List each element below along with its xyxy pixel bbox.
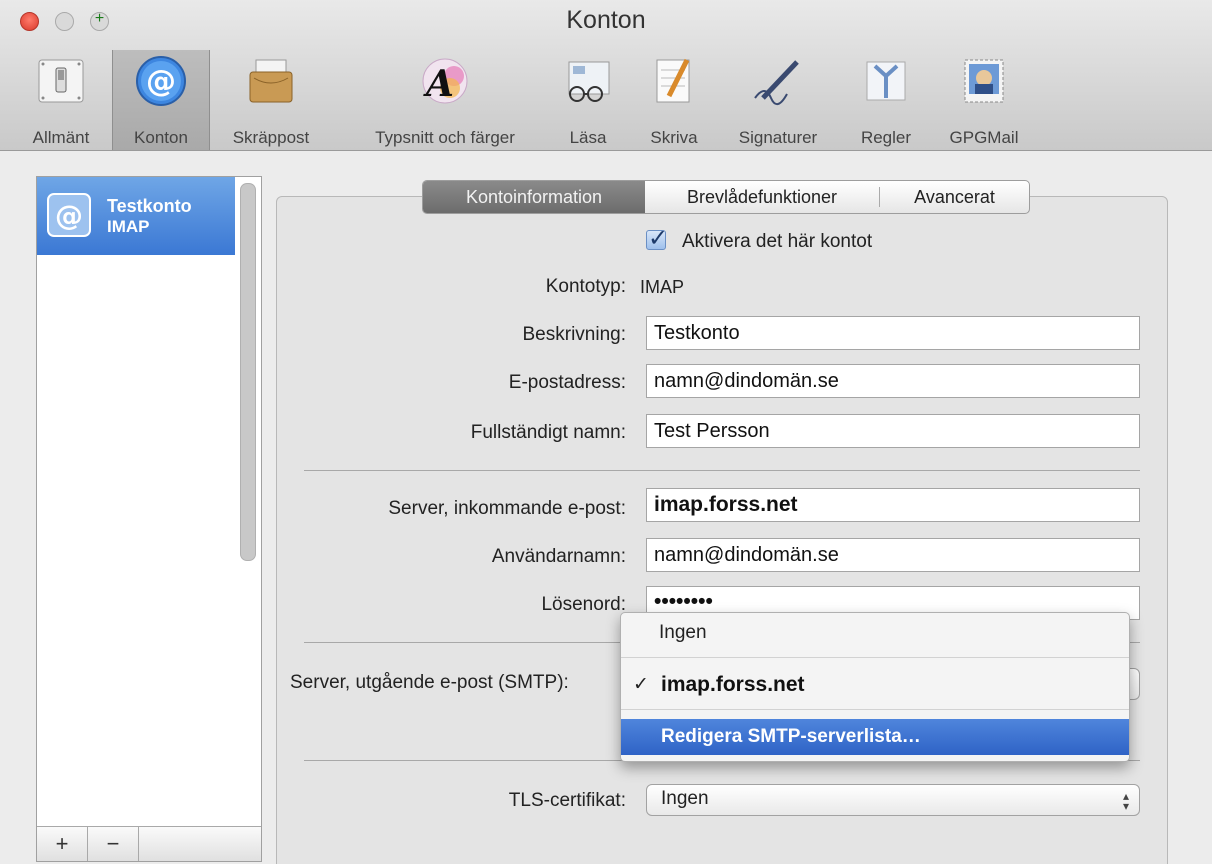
- username-field[interactable]: namn@dindomän.se: [646, 538, 1140, 572]
- svg-text:@: @: [146, 64, 176, 99]
- account-type-label: Kontotyp:: [545, 276, 626, 297]
- username-label: Användarnamn:: [491, 546, 626, 567]
- glasses-icon: [568, 61, 610, 102]
- menu-item-label: Redigera SMTP-serverlista…: [661, 726, 921, 747]
- tls-certificate-label: TLS-certifikat:: [508, 790, 626, 811]
- sidebar-button-bar: + −: [37, 826, 261, 861]
- toolbar-item-rules[interactable]: Regler: [846, 50, 926, 150]
- preferences-window: + Konton Allmänt @ Konton Skräppost A Ty…: [0, 0, 1212, 864]
- menu-separator: [621, 709, 1129, 710]
- add-account-button[interactable]: +: [37, 827, 88, 861]
- tab-bar: Kontoinformation Brevlådefunktioner Avan…: [422, 180, 1030, 214]
- incoming-server-label: Server, inkommande e-post:: [388, 498, 626, 519]
- toolbar-item-compose[interactable]: Skriva: [636, 50, 712, 150]
- password-label: Lösenord:: [541, 594, 626, 615]
- tls-certificate-select[interactable]: Ingen ▴ ▾: [646, 784, 1140, 816]
- toolbar-item-gpgmail[interactable]: GPGMail: [932, 50, 1036, 150]
- tab-account-info[interactable]: Kontoinformation: [423, 181, 645, 213]
- gpgmail-stamp-icon: [964, 59, 1004, 103]
- rules-arrows-icon: [866, 61, 906, 101]
- toolbar-item-junk-mail[interactable]: Skräppost: [212, 50, 330, 150]
- account-list-item[interactable]: @ Testkonto IMAP: [37, 177, 235, 255]
- remove-account-button[interactable]: −: [88, 827, 139, 861]
- toolbar-label-accounts: Konton: [134, 128, 188, 147]
- checkmark-icon: ✓: [633, 674, 649, 695]
- toolbar-item-fonts-colors[interactable]: A Typsnitt och färger: [340, 50, 550, 150]
- enable-account-label: Aktivera det här kontot: [682, 231, 873, 252]
- tab-mailbox-behaviors[interactable]: Brevlådefunktioner: [645, 181, 879, 213]
- title-toolbar-area: + Konton Allmänt @ Konton Skräppost A Ty…: [0, 0, 1212, 151]
- menu-item-label: Ingen: [659, 622, 707, 643]
- smtp-menu-item-none[interactable]: Ingen: [621, 615, 1129, 651]
- account-type-value: IMAP: [640, 277, 685, 297]
- tab-advanced[interactable]: Avancerat: [880, 181, 1029, 213]
- account-name: Testkonto: [107, 196, 192, 216]
- stepper-arrows-icon: ▴ ▾: [1122, 789, 1129, 813]
- junk-mail-icon: [249, 59, 293, 103]
- pen-paper-icon: [656, 58, 690, 103]
- outgoing-server-label: Server, utgående e-post (SMTP):: [290, 672, 569, 693]
- at-sign-icon: @: [136, 56, 186, 106]
- svg-text:@: @: [55, 199, 83, 232]
- toolbar-item-general[interactable]: Allmänt: [14, 50, 108, 150]
- toolbar-label-gpgmail: GPGMail: [949, 128, 1019, 147]
- toolbar-label-read: Läsa: [569, 128, 607, 147]
- smtp-menu-item-edit-list[interactable]: Redigera SMTP-serverlista…: [621, 719, 1129, 755]
- toolbar-label-signatures: Signaturer: [738, 128, 818, 147]
- divider: [304, 470, 1140, 471]
- incoming-server-field[interactable]: imap.forss.net: [646, 488, 1140, 522]
- toolbar-label-fonts-colors: Typsnitt och färger: [375, 128, 515, 147]
- signature-pen-icon: [754, 60, 799, 105]
- tls-certificate-value: Ingen: [661, 788, 709, 809]
- description-field[interactable]: Testkonto: [646, 316, 1140, 350]
- svg-text:A: A: [423, 63, 454, 105]
- toolbar-item-read[interactable]: Läsa: [552, 50, 624, 150]
- smtp-server-menu: Ingen ✓ imap.forss.net Redigera SMTP-ser…: [620, 612, 1130, 762]
- accounts-sidebar: @ Testkonto IMAP + −: [36, 176, 262, 862]
- description-label: Beskrivning:: [522, 324, 627, 345]
- toolbar-item-accounts[interactable]: @ Konton: [112, 50, 210, 150]
- menu-item-label: imap.forss.net: [661, 673, 805, 696]
- account-type: IMAP: [107, 217, 150, 236]
- email-field[interactable]: namn@dindomän.se: [646, 364, 1140, 398]
- toolbar-item-signatures[interactable]: Signaturer: [716, 50, 840, 150]
- sidebar-scrollbar[interactable]: [240, 183, 256, 561]
- toolbar-label-rules: Regler: [860, 128, 912, 147]
- full-name-field[interactable]: Test Persson: [646, 414, 1140, 448]
- email-label: E-postadress:: [508, 372, 626, 393]
- toolbar-label-junk-mail: Skräppost: [232, 128, 310, 147]
- menu-separator: [621, 657, 1129, 658]
- window-title: Konton: [566, 6, 646, 34]
- switch-icon: [38, 59, 84, 103]
- toolbar-label-general: Allmänt: [32, 128, 90, 147]
- at-sign-icon: @: [47, 193, 91, 237]
- font-color-icon: A: [422, 58, 468, 105]
- full-name-label: Fullständigt namn:: [470, 422, 626, 443]
- toolbar-label-compose: Skriva: [650, 128, 698, 147]
- smtp-menu-item-imap[interactable]: ✓ imap.forss.net: [621, 667, 1129, 703]
- enable-account-checkbox[interactable]: ✓: [646, 225, 668, 252]
